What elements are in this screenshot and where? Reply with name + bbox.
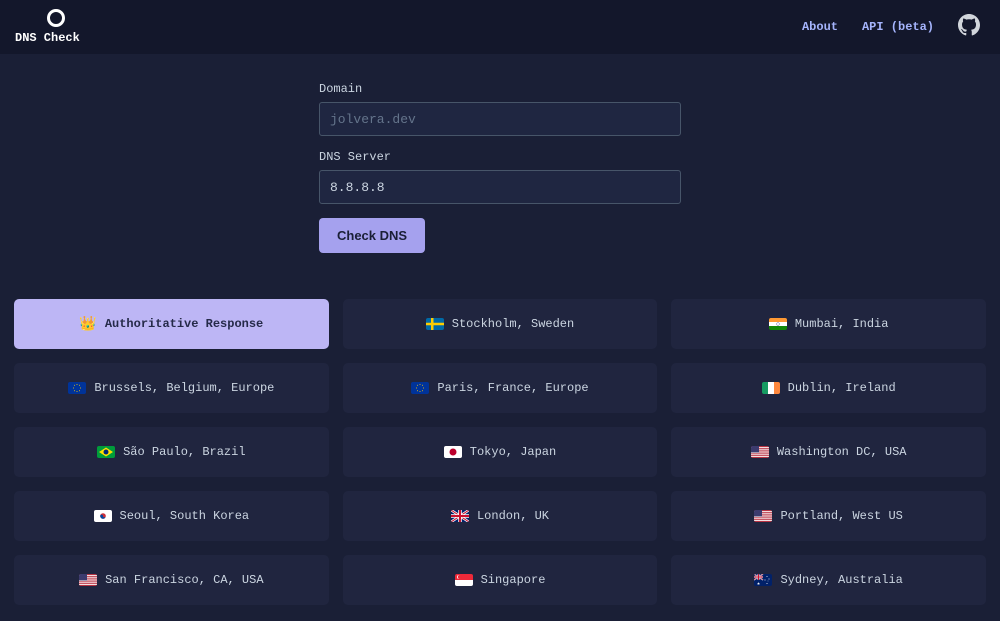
location-card[interactable]: San Francisco, CA, USA: [14, 555, 329, 605]
location-card[interactable]: Tokyo, Japan: [343, 427, 658, 477]
location-card[interactable]: Seoul, South Korea: [14, 491, 329, 541]
location-card[interactable]: Dublin, Ireland: [671, 363, 986, 413]
location-label: Portland, West US: [780, 509, 902, 523]
eu-flag-icon: [411, 382, 429, 394]
github-icon: [958, 14, 980, 36]
location-label: Authoritative Response: [105, 317, 263, 331]
gb-flag-icon: [451, 510, 469, 522]
domain-label: Domain: [319, 82, 681, 96]
se-flag-icon: [426, 318, 444, 330]
check-dns-button[interactable]: Check DNS: [319, 218, 425, 253]
location-card[interactable]: London, UK: [343, 491, 658, 541]
location-label: Mumbai, India: [795, 317, 889, 331]
au-flag-icon: [754, 574, 772, 586]
kr-flag-icon: [94, 510, 112, 522]
nav-api[interactable]: API (beta): [862, 20, 934, 34]
location-label: Singapore: [481, 573, 546, 587]
in-flag-icon: [769, 318, 787, 330]
location-label: São Paulo, Brazil: [123, 445, 245, 459]
location-label: Dublin, Ireland: [788, 381, 896, 395]
nav: About API (beta): [802, 14, 980, 40]
location-card[interactable]: Brussels, Belgium, Europe: [14, 363, 329, 413]
jp-flag-icon: [444, 446, 462, 458]
location-grid: 👑 Authoritative Response Stockholm, Sweden…: [0, 253, 1000, 619]
location-label: London, UK: [477, 509, 549, 523]
location-card[interactable]: Mumbai, India: [671, 299, 986, 349]
location-label: San Francisco, CA, USA: [105, 573, 263, 587]
server-label: DNS Server: [319, 150, 681, 164]
logo[interactable]: DNS Check: [15, 9, 80, 45]
us-flag-icon: [79, 574, 97, 586]
location-card[interactable]: 👑 Authoritative Response: [14, 299, 329, 349]
form-section: Domain DNS Server Check DNS: [319, 82, 681, 253]
domain-input[interactable]: [319, 102, 681, 136]
location-label: Seoul, South Korea: [120, 509, 250, 523]
location-card[interactable]: Stockholm, Sweden: [343, 299, 658, 349]
location-card[interactable]: Sydney, Australia: [671, 555, 986, 605]
logo-text: DNS Check: [15, 31, 80, 45]
location-card[interactable]: São Paulo, Brazil: [14, 427, 329, 477]
github-link[interactable]: [958, 14, 980, 40]
location-card[interactable]: Paris, France, Europe: [343, 363, 658, 413]
ie-flag-icon: [762, 382, 780, 394]
sg-flag-icon: [455, 574, 473, 586]
server-input[interactable]: [319, 170, 681, 204]
us-flag-icon: [751, 446, 769, 458]
location-label: Tokyo, Japan: [470, 445, 556, 459]
nav-about[interactable]: About: [802, 20, 838, 34]
location-label: Washington DC, USA: [777, 445, 907, 459]
location-card[interactable]: Portland, West US: [671, 491, 986, 541]
br-flag-icon: [97, 446, 115, 458]
location-label: Paris, France, Europe: [437, 381, 588, 395]
eu-flag-icon: [68, 382, 86, 394]
crown-flag-icon: 👑: [79, 316, 96, 333]
location-card[interactable]: Washington DC, USA: [671, 427, 986, 477]
us-flag-icon: [754, 510, 772, 522]
location-label: Sydney, Australia: [780, 573, 902, 587]
location-card[interactable]: Singapore: [343, 555, 658, 605]
header: DNS Check About API (beta): [0, 0, 1000, 54]
logo-circle-icon: [47, 9, 65, 27]
location-label: Stockholm, Sweden: [452, 317, 574, 331]
location-label: Brussels, Belgium, Europe: [94, 381, 274, 395]
